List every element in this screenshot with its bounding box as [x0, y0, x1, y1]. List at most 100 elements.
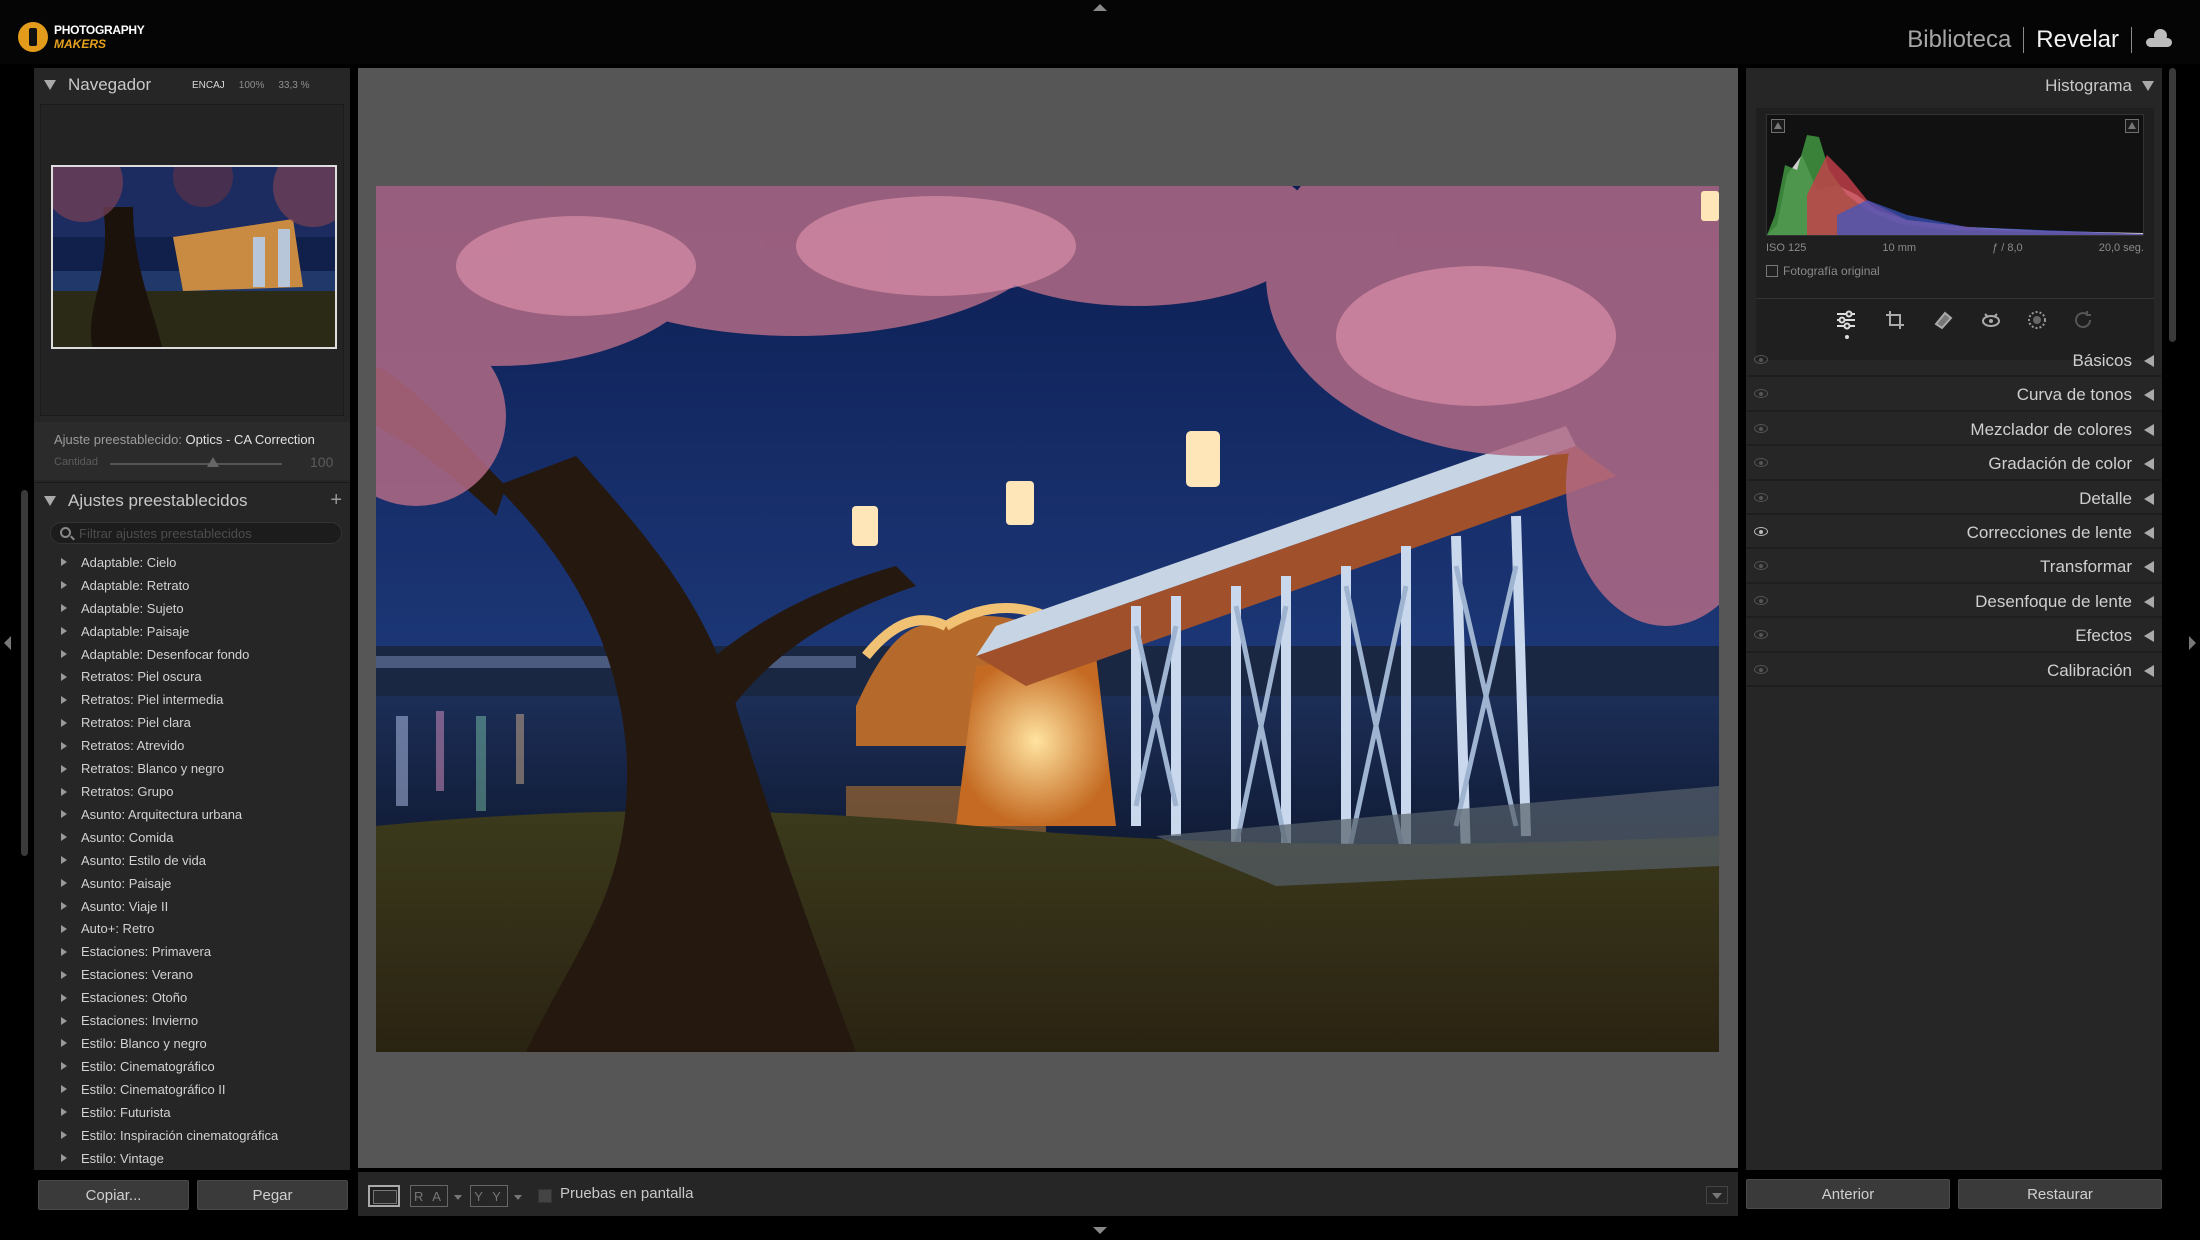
collapse-triangle-icon[interactable]: [2142, 81, 2154, 91]
expand-triangle-icon[interactable]: [61, 741, 67, 750]
panel-header[interactable]: Calibración: [1746, 653, 2162, 687]
highlight-clipping-icon[interactable]: [2125, 119, 2139, 133]
preset-folder-item[interactable]: Estilo: Cinematográfico II: [34, 1078, 350, 1101]
eye-icon[interactable]: [1754, 526, 1768, 536]
module-library[interactable]: Biblioteca: [1907, 26, 2011, 54]
preset-folder-item[interactable]: Auto+: Retro: [34, 918, 350, 941]
panel-header[interactable]: Gradación de color: [1746, 446, 2162, 481]
expand-triangle-icon[interactable]: [61, 581, 67, 590]
expand-triangle-icon[interactable]: [61, 902, 67, 911]
expand-triangle-icon[interactable]: [61, 947, 67, 956]
filmstrip-toggle-icon[interactable]: [1093, 1227, 1107, 1234]
expand-triangle-icon[interactable]: [2144, 526, 2154, 539]
before-after-button[interactable]: Y Y: [470, 1185, 508, 1207]
eye-icon[interactable]: [1754, 561, 1768, 571]
reset-button[interactable]: Restaurar: [1958, 1179, 2162, 1209]
amount-value[interactable]: 100: [310, 454, 333, 470]
panel-header[interactable]: Transformar: [1746, 549, 2162, 584]
collapse-triangle-icon[interactable]: [44, 80, 56, 90]
main-photo[interactable]: [376, 186, 1719, 1052]
panel-header[interactable]: Correcciones de lente: [1746, 515, 2162, 550]
right-panel-toggle-icon[interactable]: [2189, 636, 2196, 650]
panel-header[interactable]: Mezclador de colores: [1746, 412, 2162, 447]
expand-triangle-icon[interactable]: [2144, 458, 2154, 471]
right-panel-scrollbar[interactable]: [2169, 68, 2176, 342]
expand-triangle-icon[interactable]: [61, 627, 67, 636]
expand-triangle-icon[interactable]: [2144, 423, 2154, 436]
expand-triangle-icon[interactable]: [61, 650, 67, 659]
toolbar-options-button[interactable]: [1706, 1186, 1728, 1204]
preset-folder-item[interactable]: Estilo: Vintage: [34, 1147, 350, 1167]
preset-folder-item[interactable]: Estaciones: Verano: [34, 963, 350, 986]
crop-icon[interactable]: [1884, 309, 1906, 331]
preset-folder-item[interactable]: Adaptable: Paisaje: [34, 620, 350, 643]
preset-folder-item[interactable]: Retratos: Blanco y negro: [34, 757, 350, 780]
amount-slider-handle[interactable]: [207, 457, 220, 467]
sliders-icon[interactable]: [1835, 309, 1857, 331]
preset-folder-item[interactable]: Estilo: Blanco y negro: [34, 1032, 350, 1055]
zoom-fit[interactable]: ENCAJ: [192, 80, 225, 91]
expand-triangle-icon[interactable]: [2144, 355, 2154, 367]
preset-folder-item[interactable]: Retratos: Piel clara: [34, 711, 350, 734]
histogram-header[interactable]: Histograma: [1746, 68, 2162, 104]
original-photo-toggle[interactable]: Fotografía original: [1766, 264, 1880, 278]
expand-triangle-icon[interactable]: [61, 787, 67, 796]
left-panel-scrollbar[interactable]: [21, 490, 28, 856]
soft-proof-checkbox[interactable]: [538, 1189, 552, 1203]
preset-folder-item[interactable]: Asunto: Viaje II: [34, 895, 350, 918]
expand-triangle-icon[interactable]: [61, 970, 67, 979]
preset-folder-item[interactable]: Estilo: Futurista: [34, 1101, 350, 1124]
expand-triangle-icon[interactable]: [61, 1062, 67, 1071]
preset-folder-item[interactable]: Estilo: Cinematográfico: [34, 1055, 350, 1078]
expand-triangle-icon[interactable]: [61, 810, 67, 819]
preset-search-input[interactable]: [79, 524, 329, 542]
amount-slider-track[interactable]: [110, 463, 282, 465]
preset-folder-item[interactable]: Adaptable: Sujeto: [34, 597, 350, 620]
expand-triangle-icon[interactable]: [61, 1039, 67, 1048]
expand-triangle-icon[interactable]: [2144, 389, 2154, 402]
expand-triangle-icon[interactable]: [61, 1016, 67, 1025]
module-develop[interactable]: Revelar: [2036, 26, 2119, 54]
panel-header[interactable]: Desenfoque de lente: [1746, 584, 2162, 619]
preset-folder-item[interactable]: Estaciones: Otoño: [34, 986, 350, 1009]
top-panel-toggle-icon[interactable]: [1093, 4, 1107, 11]
add-preset-button[interactable]: +: [330, 489, 342, 512]
preset-folder-item[interactable]: Asunto: Comida: [34, 826, 350, 849]
eye-icon[interactable]: [1754, 389, 1768, 399]
eye-icon[interactable]: [1754, 423, 1768, 433]
expand-triangle-icon[interactable]: [61, 856, 67, 865]
expand-triangle-icon[interactable]: [2144, 664, 2154, 677]
previous-button[interactable]: Anterior: [1746, 1179, 1950, 1209]
loupe-view-button[interactable]: [368, 1185, 400, 1207]
expand-triangle-icon[interactable]: [61, 833, 67, 842]
compare-view-button[interactable]: R A: [410, 1185, 448, 1207]
presets-header[interactable]: Ajustes preestablecidos +: [34, 482, 350, 518]
expand-triangle-icon[interactable]: [61, 1154, 67, 1163]
preset-folder-item[interactable]: Estaciones: Invierno: [34, 1009, 350, 1032]
expand-triangle-icon[interactable]: [61, 1131, 67, 1140]
collapse-triangle-icon[interactable]: [44, 495, 56, 506]
expand-triangle-icon[interactable]: [2144, 561, 2154, 574]
preset-folder-item[interactable]: Retratos: Piel intermedia: [34, 688, 350, 711]
cloud-icon[interactable]: [2146, 29, 2172, 47]
expand-triangle-icon[interactable]: [61, 879, 67, 888]
panel-header[interactable]: Detalle: [1746, 481, 2162, 515]
histogram-graph[interactable]: [1766, 114, 2144, 236]
eye-icon[interactable]: [1754, 355, 1768, 364]
eraser-icon[interactable]: [1932, 309, 1954, 331]
eye-icon[interactable]: [1754, 458, 1768, 468]
compare-dropdown-icon[interactable]: [454, 1195, 462, 1200]
redeye-icon[interactable]: [1980, 309, 2002, 331]
expand-triangle-icon[interactable]: [61, 718, 67, 727]
expand-triangle-icon[interactable]: [61, 604, 67, 613]
preset-folder-item[interactable]: Retratos: Piel oscura: [34, 666, 350, 689]
expand-triangle-icon[interactable]: [61, 993, 67, 1002]
eye-icon[interactable]: [1754, 595, 1768, 605]
panel-header[interactable]: Efectos: [1746, 618, 2162, 653]
eye-icon[interactable]: [1754, 664, 1768, 674]
preset-folder-item[interactable]: Estilo: Inspiración cinematográfica: [34, 1124, 350, 1147]
zoom-100[interactable]: 100%: [239, 80, 265, 91]
mask-icon[interactable]: [2026, 309, 2048, 331]
expand-triangle-icon[interactable]: [2144, 630, 2154, 643]
expand-triangle-icon[interactable]: [61, 672, 67, 681]
